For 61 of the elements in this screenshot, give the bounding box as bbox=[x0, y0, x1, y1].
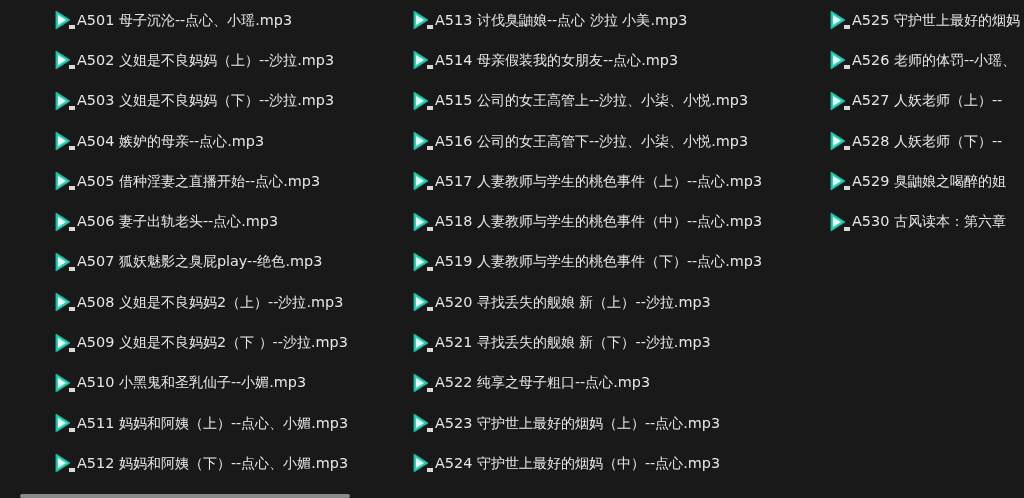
audio-file-icon bbox=[55, 131, 75, 152]
file-name[interactable]: A502 义姐是不良妈妈（上）--沙拉.mp3 bbox=[77, 50, 335, 70]
file-name[interactable]: A516 公司的女王高管下--沙拉、小柒、小悦.mp3 bbox=[435, 131, 749, 151]
audio-file-icon bbox=[55, 372, 75, 393]
file-name[interactable]: A501 母子沉沦--点心、小瑶.mp3 bbox=[77, 10, 293, 30]
file-name[interactable]: A528 人妖老师（下）-- bbox=[852, 131, 1003, 151]
audio-file-icon bbox=[413, 50, 433, 71]
audio-file-icon bbox=[413, 10, 433, 31]
file-name[interactable]: A522 纯享之母子粗口--点心.mp3 bbox=[435, 373, 651, 393]
file-name[interactable]: A507 狐妖魅影之臭屁play--绝色.mp3 bbox=[77, 252, 323, 272]
audio-file-icon bbox=[55, 50, 75, 71]
audio-file-icon bbox=[830, 50, 850, 71]
audio-file-icon bbox=[413, 131, 433, 152]
file-name[interactable]: A508 义姐是不良妈妈2（上）--沙拉.mp3 bbox=[77, 292, 344, 312]
audio-file-icon bbox=[830, 131, 850, 152]
file-name[interactable]: A517 人妻教师与学生的桃色事件（上）--点心.mp3 bbox=[435, 171, 763, 191]
audio-file-icon bbox=[413, 372, 433, 393]
file-name[interactable]: A513 讨伐臭鼬娘--点心 沙拉 小美.mp3 bbox=[435, 10, 688, 30]
audio-file-icon bbox=[413, 211, 433, 232]
audio-file-icon bbox=[830, 211, 850, 232]
audio-file-icon bbox=[55, 292, 75, 313]
audio-file-icon bbox=[55, 332, 75, 353]
file-name[interactable]: A505 借种淫妻之直播开始--点心.mp3 bbox=[77, 171, 321, 191]
scrollbar-thumb[interactable] bbox=[20, 494, 350, 498]
file-name[interactable]: A509 义姐是不良妈妈2（下 ）--沙拉.mp3 bbox=[77, 333, 348, 352]
audio-file-icon bbox=[830, 171, 850, 192]
file-name[interactable]: A520 寻找丢失的舰娘 新（上）--沙拉.mp3 bbox=[435, 292, 711, 312]
file-name[interactable]: A510 小黑鬼和圣乳仙子--小媚.mp3 bbox=[77, 373, 307, 393]
file-name[interactable]: A512 妈妈和阿姨（下）--点心、小媚.mp3 bbox=[77, 453, 349, 473]
file-name[interactable]: A518 人妻教师与学生的桃色事件（中）--点心.mp3 bbox=[435, 212, 763, 232]
file-name[interactable]: A529 臭鼬娘之喝醉的姐 bbox=[852, 171, 1006, 191]
audio-file-icon bbox=[413, 251, 433, 272]
file-name[interactable]: A511 妈妈和阿姨（上）--点心、小媚.mp3 bbox=[77, 413, 349, 433]
file-name[interactable]: A530 古风读本：第六章 bbox=[852, 212, 1006, 232]
file-name[interactable]: A523 守护世上最好的烟妈（上）--点心.mp3 bbox=[435, 413, 721, 433]
audio-file-icon bbox=[55, 171, 75, 192]
file-name[interactable]: A527 人妖老师（上）-- bbox=[852, 91, 1003, 111]
file-name[interactable]: A519 人妻教师与学生的桃色事件（下）--点心.mp3 bbox=[435, 252, 763, 272]
audio-file-icon bbox=[55, 453, 75, 474]
audio-file-icon bbox=[830, 10, 850, 31]
audio-file-icon bbox=[413, 453, 433, 474]
file-name[interactable]: A514 母亲假装我的女朋友--点心.mp3 bbox=[435, 50, 679, 70]
file-name[interactable]: A504 嫉妒的母亲--点心.mp3 bbox=[77, 131, 265, 151]
audio-file-icon bbox=[413, 292, 433, 313]
file-name[interactable]: A524 守护世上最好的烟妈（中）--点心.mp3 bbox=[435, 453, 721, 473]
audio-file-icon bbox=[413, 332, 433, 353]
file-name[interactable]: A521 寻找丢失的舰娘 新（下）--沙拉.mp3 bbox=[435, 333, 711, 352]
audio-file-icon bbox=[55, 251, 75, 272]
audio-file-icon bbox=[830, 90, 850, 111]
audio-file-icon bbox=[413, 171, 433, 192]
audio-file-icon bbox=[55, 211, 75, 232]
file-name[interactable]: A506 妻子出轨老头--点心.mp3 bbox=[77, 212, 279, 232]
file-name[interactable]: A515 公司的女王高管上--沙拉、小柒、小悦.mp3 bbox=[435, 91, 749, 111]
audio-file-icon bbox=[55, 413, 75, 434]
file-name[interactable]: A503 义姐是不良妈妈（下）--沙拉.mp3 bbox=[77, 91, 335, 111]
audio-file-icon bbox=[413, 90, 433, 111]
audio-file-icon bbox=[413, 413, 433, 434]
audio-file-icon bbox=[55, 10, 75, 31]
audio-file-icon bbox=[55, 90, 75, 111]
file-name[interactable]: A526 老师的体罚--小瑶、 bbox=[852, 50, 1017, 70]
file-name[interactable]: A525 守护世上最好的烟妈 bbox=[852, 10, 1020, 30]
